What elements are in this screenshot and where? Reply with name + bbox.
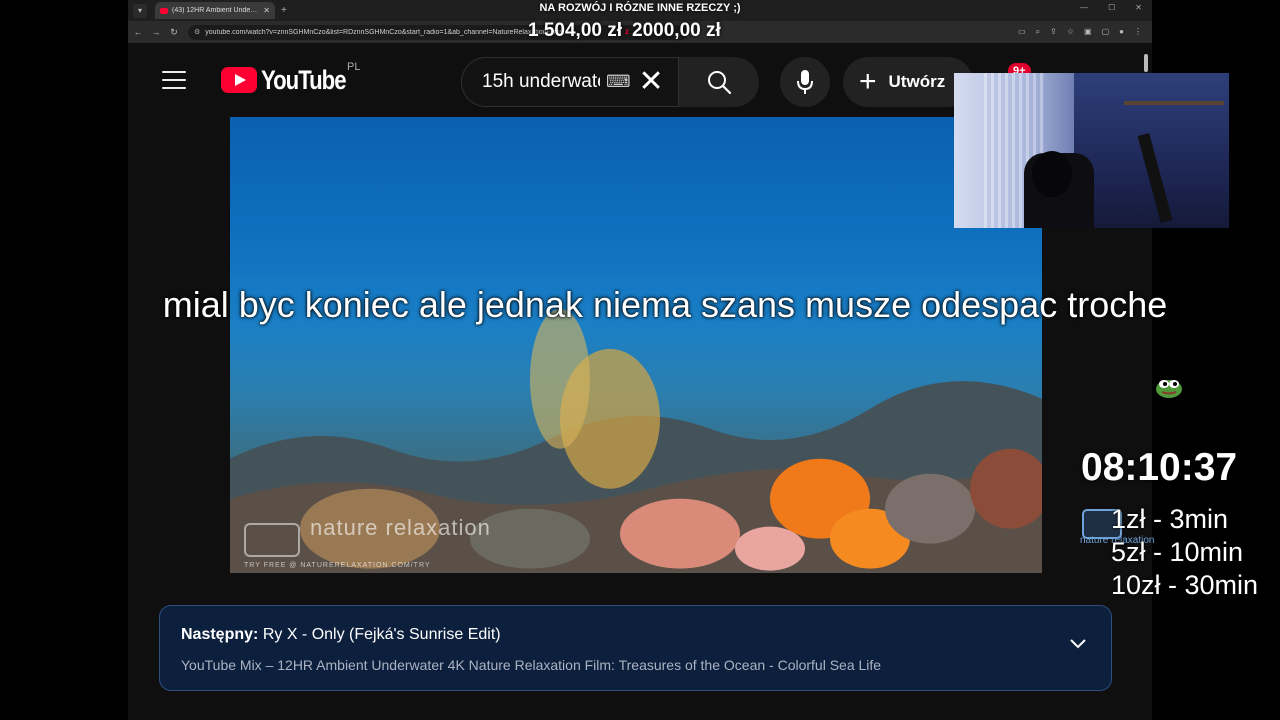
extensions-icon[interactable]: ▣ xyxy=(1084,27,1092,37)
cast-icon[interactable]: ▭ xyxy=(1018,27,1026,37)
timer-price-list: 1zł - 3min 5zł - 10min 10zł - 30min xyxy=(1111,503,1258,602)
bookmark-star-icon[interactable]: ☆ xyxy=(1067,27,1074,37)
webcam-person xyxy=(1032,151,1072,197)
up-next-label: Następny: xyxy=(181,626,259,643)
video-watermark-url: TRY FREE @ NATURERELAXATION.COM/TRY xyxy=(244,562,431,569)
watermark-logo-icon xyxy=(244,523,300,557)
zoom-icon[interactable]: ⌕ xyxy=(1036,27,1040,37)
goal-separator: z xyxy=(625,26,630,36)
menu-hamburger-icon[interactable] xyxy=(162,71,186,89)
reload-icon[interactable]: ↻ xyxy=(166,27,182,38)
browser-toolbar: ▭ ⌕ ⇪ ☆ ▣ ▢ ● ⋮ xyxy=(1018,27,1142,37)
price-item: 1zł - 3min xyxy=(1111,504,1229,534)
goal-current: 1 504,00 zł xyxy=(528,20,623,41)
price-item: 5zł - 10min xyxy=(1111,537,1244,567)
donation-goal: 1 504,00 zł z 2000,00 zł xyxy=(528,20,721,42)
back-icon[interactable]: ← xyxy=(130,27,146,37)
site-info-icon[interactable]: ⚙ xyxy=(194,28,200,36)
up-next-card[interactable]: Następny: Ry X - Only (Fejká's Sunrise E… xyxy=(159,605,1112,691)
voice-search-button[interactable] xyxy=(780,57,830,107)
search-query-text: 15h underwater xyxy=(482,71,600,92)
youtube-logo-icon[interactable] xyxy=(221,67,257,93)
create-label: Utwórz xyxy=(888,72,946,91)
plus-icon: + xyxy=(859,65,877,98)
search-button[interactable] xyxy=(679,57,759,107)
up-next-playlist: YouTube Mix – 12HR Ambient Underwater 4K… xyxy=(181,657,882,673)
webcam-shelf xyxy=(1124,101,1224,105)
clear-search-icon[interactable]: ✕ xyxy=(639,67,664,97)
up-next-title-row: Następny: Ry X - Only (Fejká's Sunrise E… xyxy=(181,626,501,644)
share-icon[interactable]: ⇪ xyxy=(1050,27,1057,37)
keyboard-icon[interactable]: ⌨ xyxy=(606,72,631,92)
stream-title: NA ROZWÓJ I RÓZNE INNE RZECZY ;) xyxy=(539,2,741,14)
browser-menu-icon[interactable]: ⋮ xyxy=(1134,27,1142,37)
microphone-icon xyxy=(797,70,813,94)
country-code: PL xyxy=(347,61,361,73)
download-icon[interactable]: ▢ xyxy=(1102,27,1110,37)
search-input[interactable]: 15h underwater ⌨ ✕ xyxy=(461,57,679,107)
webcam-feed xyxy=(954,73,1229,228)
stream-canvas: ▾ (43) 12HR Ambient Underwater ✕ + — ☐ ✕… xyxy=(0,0,1280,720)
price-item: 10zł - 30min xyxy=(1111,570,1259,600)
chevron-down-icon[interactable] xyxy=(1069,638,1087,650)
search-icon xyxy=(708,71,732,95)
scrollbar-thumb[interactable] xyxy=(1144,54,1148,72)
profile-icon[interactable]: ● xyxy=(1119,27,1124,37)
youtube-logo-text[interactable]: YouTube xyxy=(261,65,347,96)
subathon-timer: 08:10:37 xyxy=(1081,446,1238,489)
url-text: youtube.com/watch?v=znnSGHMnCzo&list=RDz… xyxy=(205,28,564,36)
forward-icon[interactable]: → xyxy=(148,27,164,37)
up-next-title: Ry X - Only (Fejká's Sunrise Edit) xyxy=(262,626,501,643)
goal-target: 2000,00 zł xyxy=(632,20,721,41)
video-player[interactable]: nature relaxation TRY FREE @ NATURERELAX… xyxy=(230,117,1042,573)
pepe-emote-icon xyxy=(1156,380,1182,398)
video-watermark: nature relaxation xyxy=(310,515,491,540)
